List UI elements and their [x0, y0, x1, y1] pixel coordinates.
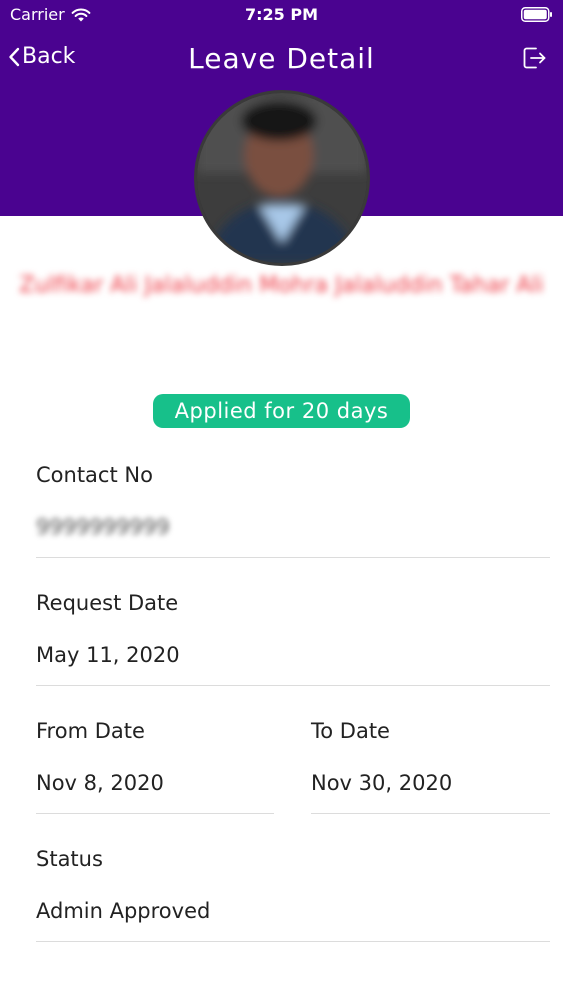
status-value: Admin Approved [36, 899, 211, 923]
contact-label: Contact No [36, 463, 153, 487]
to-date-value: Nov 30, 2020 [311, 771, 453, 795]
avatar [194, 90, 370, 266]
status-bar: Carrier 7:25 PM [0, 0, 563, 30]
request-date-value: May 11, 2020 [36, 643, 180, 667]
contact-field: Contact No 9999999999 [36, 463, 550, 558]
avatar-photo [197, 93, 367, 263]
page-title: Leave Detail [188, 42, 375, 75]
to-date-field: To Date Nov 30, 2020 [311, 719, 550, 814]
navigation-bar: Back Leave Detail [0, 38, 563, 82]
from-date-label: From Date [36, 719, 145, 743]
status-field: Status Admin Approved [36, 847, 550, 942]
from-date-field: From Date Nov 8, 2020 [36, 719, 274, 814]
contact-value: 9999999999 [36, 515, 170, 539]
leave-days-badge: Applied for 20 days [153, 394, 410, 428]
to-date-label: To Date [311, 719, 390, 743]
logout-icon[interactable] [523, 47, 547, 69]
from-date-value: Nov 8, 2020 [36, 771, 164, 795]
employee-name: Zulfikar Ali Jalaluddin Mohra Jalaluddin… [19, 273, 544, 298]
request-date-label: Request Date [36, 591, 179, 615]
clock: 7:25 PM [244, 5, 318, 24]
request-date-field: Request Date May 11, 2020 [36, 591, 550, 686]
status-label: Status [36, 847, 103, 871]
battery-icon [521, 7, 552, 22]
